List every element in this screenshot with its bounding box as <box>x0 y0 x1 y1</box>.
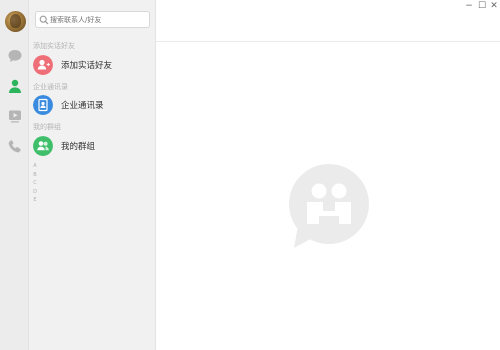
app-window: 添加实话好友 添加实话好友 企业通讯录 企业通讯录 我的群组 <box>0 0 500 350</box>
section-title-add-friend: 添加实话好友 <box>33 42 75 50</box>
section-title-enterprise: 企业通讯录 <box>33 83 68 91</box>
search-input[interactable] <box>50 13 148 26</box>
group-icon <box>33 136 53 156</box>
item-label-my-groups: 我的群组 <box>61 142 96 152</box>
app-logo-watermark-icon <box>289 164 369 248</box>
item-label-add-friend: 添加实话好友 <box>61 61 113 71</box>
add-friend-icon <box>33 55 53 75</box>
item-label-enterprise-directory: 企业通讯录 <box>61 101 104 111</box>
minimize-button[interactable]: − <box>464 1 474 11</box>
list-item-add-friend[interactable]: 添加实话好友 <box>29 52 155 78</box>
section-title-my-groups: 我的群组 <box>33 123 61 131</box>
user-avatar[interactable] <box>5 11 26 32</box>
phone-icon[interactable] <box>7 138 23 154</box>
main-content: − ☐ ✕ <box>156 0 500 350</box>
video-icon[interactable] <box>7 108 23 124</box>
address-book-icon <box>33 95 53 115</box>
search-icon <box>39 15 49 25</box>
list-item-enterprise-directory[interactable]: 企业通讯录 <box>29 92 155 118</box>
search-box[interactable] <box>35 11 150 28</box>
person-icon[interactable] <box>7 78 23 94</box>
title-bar: − ☐ ✕ <box>156 0 500 42</box>
nav-rail <box>0 0 29 350</box>
alphabet-index[interactable]: A B C D E <box>31 162 39 205</box>
chat-bubble-icon[interactable] <box>7 48 23 64</box>
contacts-panel: 添加实话好友 添加实话好友 企业通讯录 企业通讯录 我的群组 <box>29 0 156 350</box>
list-item-my-groups[interactable]: 我的群组 <box>29 133 155 159</box>
close-button[interactable]: ✕ <box>489 1 499 11</box>
maximize-button[interactable]: ☐ <box>477 1 487 11</box>
